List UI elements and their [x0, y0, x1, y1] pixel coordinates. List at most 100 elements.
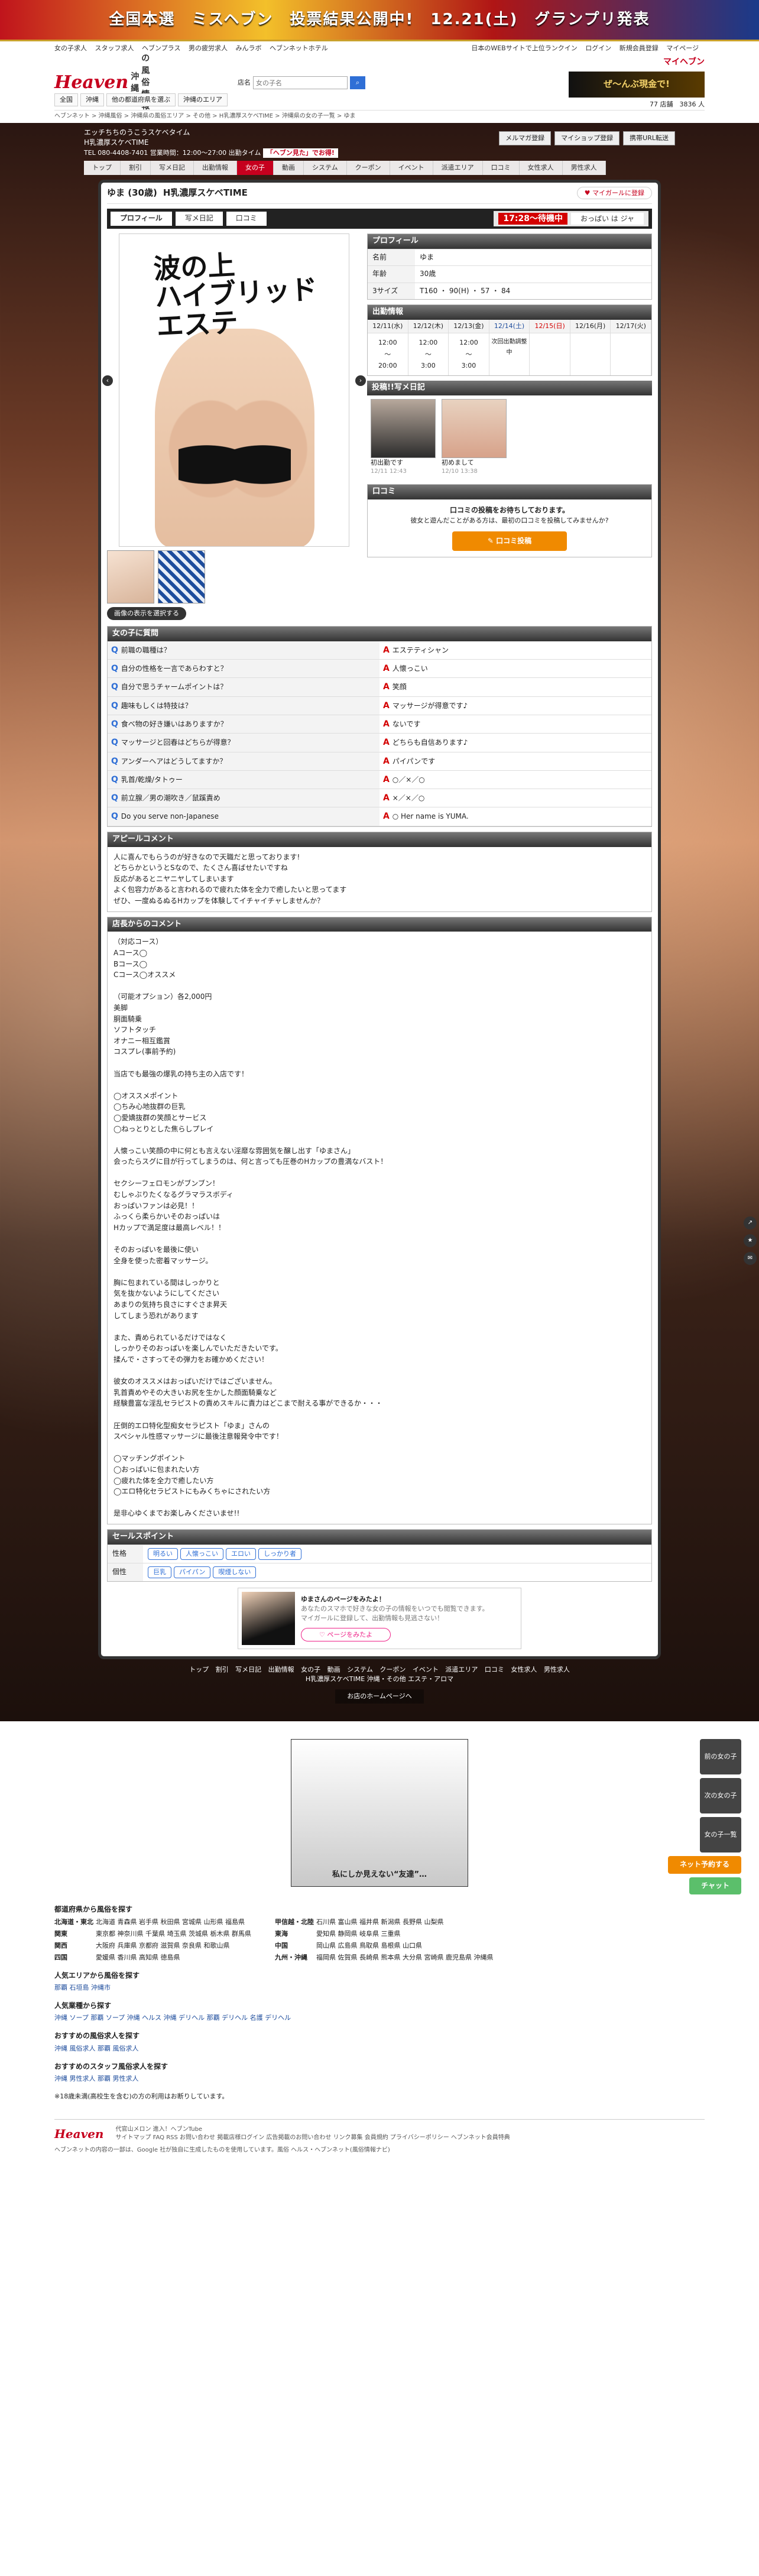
bookmark-icon[interactable]: ★ [744, 1234, 757, 1247]
tag-pill[interactable]: エロい [226, 1547, 256, 1560]
shop-nav-item[interactable]: トップ [84, 161, 121, 175]
region-row[interactable]: 九州・沖縄 福岡県 佐賀県 長崎県 熊本県 大分県 宮崎県 鹿児島県 沖縄県 [275, 1953, 493, 1962]
utility-link[interactable]: ヘブンプラス [142, 44, 180, 52]
shop-footer-link[interactable]: 口コミ [485, 1666, 504, 1673]
tab-diary[interactable]: 写メ日記 [175, 212, 223, 226]
section-title: 口コミ [368, 485, 651, 500]
prev-girl-button[interactable]: 前の女の子 [700, 1739, 741, 1775]
shop-nav-item[interactable]: 口コミ [482, 161, 520, 175]
tag-pill[interactable]: パイパン [174, 1566, 211, 1578]
main-photo[interactable]: 波の上 ハイブリッド エステ [119, 233, 349, 547]
shop-footer-link[interactable]: 女の子 [301, 1666, 320, 1673]
utility-link[interactable]: ヘブンネットホテル [270, 44, 328, 52]
shop-footer-link[interactable]: トップ [189, 1666, 209, 1673]
choose-image-button[interactable]: 画像の表示を選択する [107, 607, 186, 620]
region-row[interactable]: 北海道・東北 北海道 青森県 岩手県 秋田県 宮城県 山形県 福島県 [54, 1918, 251, 1927]
search-input[interactable] [253, 76, 348, 89]
region-row[interactable]: 関西 大阪府 兵庫県 京都府 滋賀県 奈良県 和歌山県 [54, 1941, 251, 1951]
region-row[interactable]: 中国 岡山県 広島県 鳥取県 島根県 山口県 [275, 1941, 493, 1951]
shop-nav-item[interactable]: イベント [390, 161, 433, 175]
share-icon[interactable]: ↗ [744, 1216, 757, 1229]
tag-pill[interactable]: 巨乳 [148, 1566, 171, 1578]
shop-tel: TEL 080-4408-7401 営業時間：12:00〜27:00 出勤タイム… [84, 148, 675, 158]
area-nav-item[interactable]: 他の都道府県を選ぶ [106, 93, 176, 106]
shop-footer-link[interactable]: 割引 [216, 1666, 229, 1673]
region-row[interactable]: 関東 東京都 神奈川県 千葉県 埼玉県 茨城県 栃木県 群馬県 [54, 1929, 251, 1939]
partner-links[interactable]: 代官山メロン 進入！ヘブンTube [115, 2126, 510, 2134]
tag-pill[interactable]: しっかり者 [258, 1547, 301, 1560]
shop-nav-item[interactable]: 割引 [121, 161, 151, 175]
mail-icon[interactable]: ✉ [744, 1252, 757, 1265]
region-row[interactable]: 東海 愛知県 静岡県 岐阜県 三重県 [275, 1929, 493, 1939]
shop-nav-item[interactable]: 派遣エリア [433, 161, 483, 175]
shop-nav-item[interactable]: システム [304, 161, 347, 175]
shop-nav-item[interactable]: 写メ日記 [151, 161, 194, 175]
myheaven-link[interactable]: マイヘブン [569, 56, 705, 68]
footer-links[interactable]: 那覇 石垣島 沖縄市 [54, 1983, 705, 1993]
chat-button[interactable]: チャット [689, 1877, 741, 1895]
area-nav-item[interactable]: 全国 [54, 93, 78, 106]
login-link[interactable]: ログイン [585, 44, 611, 52]
utility-link[interactable]: 女の子求人 [54, 44, 87, 52]
myshop-button[interactable]: マイショップ登録 [554, 131, 620, 145]
utility-link[interactable]: スタッフ求人 [95, 44, 134, 52]
shop-footer-link[interactable]: 写メ日記 [235, 1666, 261, 1673]
area-nav-item[interactable]: 沖縄のエリア [178, 93, 228, 106]
shop-nav-item[interactable]: クーポン [346, 161, 390, 175]
schedule-section: 出勤情報 12/11(水) 12:00 〜 20:00 12/12(木) 12:00… [367, 304, 652, 377]
utility-link[interactable]: みんラボ [235, 44, 261, 52]
mitayo-button[interactable]: ♡ ページをみたよ [301, 1627, 391, 1642]
shop-footer-link[interactable]: イベント [413, 1666, 439, 1673]
shop-footer-link[interactable]: 女性求人 [511, 1666, 537, 1673]
region-row[interactable]: 甲信越・北陸 石川県 富山県 福井県 新潟県 長野県 山梨県 [275, 1918, 493, 1927]
tab-review[interactable]: 口コミ [226, 212, 267, 226]
breadcrumb-text[interactable]: ヘブンネット > 沖縄風俗 > 沖縄県の風俗エリア > その他 > H乳濃厚スケ… [54, 112, 355, 121]
mypage-link[interactable]: マイページ [666, 44, 699, 52]
shop-footer-link[interactable]: クーポン [380, 1666, 406, 1673]
diary-post[interactable]: 初出勤です 12/11 12:43 [371, 399, 436, 476]
footer-logo[interactable]: Heaven [54, 2126, 103, 2143]
area-nav-item[interactable]: 沖縄 [80, 93, 104, 106]
utility-link[interactable]: 男の疲労求人 [189, 44, 228, 52]
bottom-links[interactable]: サイトマップ FAQ RSS お問い合わせ 掲載店様ログイン 広告掲載のお問い合… [115, 2134, 510, 2143]
shop-footer-link[interactable]: システム [347, 1666, 373, 1673]
girl-profile-card: ゆま (30歳) H乳濃厚スケベTIME ♥ マイガールに登録 プロフィール 写… [98, 180, 661, 1659]
net-reserve-button[interactable]: ネット予約する [667, 1856, 741, 1874]
shop-short-name[interactable]: H乳濃厚スケベTIME [163, 187, 248, 200]
shop-footer-link[interactable]: 出勤情報 [268, 1666, 294, 1673]
favorite-button[interactable]: ♥ マイガールに登録 [576, 186, 652, 200]
tag-pill[interactable]: 明るい [148, 1547, 178, 1560]
mailmag-button[interactable]: メルマガ登録 [499, 131, 552, 145]
tab-profile[interactable]: プロフィール [111, 212, 172, 226]
footer-links[interactable]: 沖縄 風俗求人 那覇 風俗求人 [54, 2044, 705, 2053]
shop-footer-link[interactable]: 派遣エリア [445, 1666, 478, 1673]
tag-pill[interactable]: 喫煙しない [213, 1566, 257, 1578]
shop-footer-link[interactable]: 男性求人 [544, 1666, 570, 1673]
mobile-url-button[interactable]: 携帯URL転送 [623, 131, 675, 145]
diary-post[interactable]: 初めまして 12/10 13:38 [442, 399, 507, 476]
search-icon[interactable]: ⌕ [350, 76, 365, 89]
shop-nav-item-active[interactable]: 女の子 [237, 161, 274, 175]
footer-links[interactable]: 沖縄 男性求人 那覇 男性求人 [54, 2074, 705, 2084]
tag-pill[interactable]: 人懐っこい [180, 1547, 223, 1560]
promo-banner[interactable]: ぜ〜んぶ現金で! [569, 72, 705, 98]
shop-nav-item[interactable]: 男性求人 [562, 161, 606, 175]
next-photo-icon[interactable]: › [355, 375, 366, 386]
footer-links[interactable]: 沖縄 ソープ 那覇 ソープ 沖縄 ヘルス 沖縄 デリヘル 那覇 デリヘル 名護 … [54, 2013, 705, 2023]
shop-homepage-link[interactable]: お店のホームページへ [335, 1689, 424, 1704]
shop-nav-item[interactable]: 動画 [274, 161, 304, 175]
shop-footer-link[interactable]: 動画 [327, 1666, 340, 1673]
photo-caption: 波の上 ハイブリッド エステ [153, 249, 319, 342]
post-review-button[interactable]: ✎ 口コミ投稿 [452, 531, 567, 551]
comic-ad[interactable]: 私にしか見えない“友達”… [291, 1739, 468, 1887]
next-girl-button[interactable]: 次の女の子 [700, 1778, 741, 1814]
shop-nav-item[interactable]: 女性求人 [519, 161, 563, 175]
photo-thumbnail[interactable] [158, 550, 205, 604]
region-row[interactable]: 四国 愛媛県 香川県 高知県 徳島県 [54, 1953, 251, 1962]
girl-list-button[interactable]: 女の子一覧 [700, 1817, 741, 1853]
top-ad-banner[interactable]: 全国本選 ミスヘブン 投票結果公開中! 12.21(土) グランプリ発表 [0, 0, 759, 41]
shop-nav-item[interactable]: 出勤情報 [194, 161, 237, 175]
register-link[interactable]: 新規会員登録 [619, 44, 659, 52]
prev-photo-icon[interactable]: ‹ [102, 375, 113, 386]
photo-thumbnail[interactable] [107, 550, 154, 604]
